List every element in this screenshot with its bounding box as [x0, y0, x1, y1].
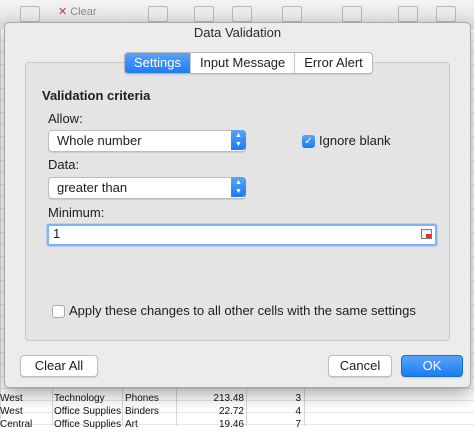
- data-select[interactable]: greater than ▲ ▼: [48, 177, 246, 199]
- ignore-blank-label: Ignore blank: [319, 133, 391, 148]
- allow-select[interactable]: Whole number ▲ ▼: [48, 130, 246, 152]
- toolbar-icon[interactable]: [148, 6, 168, 22]
- tab-error-alert[interactable]: Error Alert: [294, 53, 372, 73]
- clear-all-button[interactable]: Clear All: [20, 355, 98, 377]
- allow-select-value: Whole number: [57, 133, 142, 148]
- ignore-blank-checkbox[interactable]: ✓: [302, 135, 315, 148]
- clear-button[interactable]: ✕ Clear: [58, 5, 97, 18]
- toolbar-icon[interactable]: [342, 6, 362, 22]
- minimum-input[interactable]: 1: [47, 224, 437, 246]
- validation-criteria-heading: Validation criteria: [42, 88, 151, 103]
- data-validation-dialog: Data Validation Settings Input Message E…: [4, 22, 471, 388]
- chevron-updown-icon: ▲ ▼: [231, 177, 246, 197]
- toolbar-icon[interactable]: [232, 6, 252, 22]
- tab-settings[interactable]: Settings: [125, 53, 190, 73]
- chevron-updown-icon: ▲ ▼: [231, 130, 246, 150]
- tab-input-message[interactable]: Input Message: [189, 53, 294, 73]
- toolbar-icon[interactable]: [282, 6, 302, 22]
- range-select-icon[interactable]: [421, 229, 432, 239]
- data-select-value: greater than: [57, 180, 128, 195]
- dialog-title: Data Validation: [193, 25, 282, 40]
- eraser-icon[interactable]: [20, 6, 40, 22]
- minimum-label: Minimum:: [48, 205, 105, 220]
- data-label: Data:: [48, 157, 80, 172]
- settings-panel: Validation criteria Allow: Whole number …: [25, 62, 450, 341]
- tab-bar: Settings Input Message Error Alert: [124, 52, 373, 74]
- table-row[interactable]: West Office Supplies Binders 22.72 4: [0, 405, 474, 419]
- allow-label: Allow:: [48, 111, 83, 126]
- clear-icon: ✕: [58, 6, 68, 18]
- minimum-input-value: 1: [53, 226, 61, 241]
- table-row[interactable]: Central Office Supplies Art 19.46 7: [0, 418, 474, 432]
- toolbar-icon[interactable]: [398, 6, 418, 22]
- table-row[interactable]: West Technology Phones 213.48 3: [0, 392, 474, 406]
- apply-to-all-label: Apply these changes to all other cells w…: [69, 303, 416, 318]
- cancel-button[interactable]: Cancel: [328, 355, 392, 377]
- ok-button[interactable]: OK: [401, 355, 463, 377]
- toolbar-icon[interactable]: [436, 6, 456, 22]
- toolbar-icon[interactable]: [194, 6, 214, 22]
- apply-to-all-checkbox[interactable]: [52, 305, 65, 318]
